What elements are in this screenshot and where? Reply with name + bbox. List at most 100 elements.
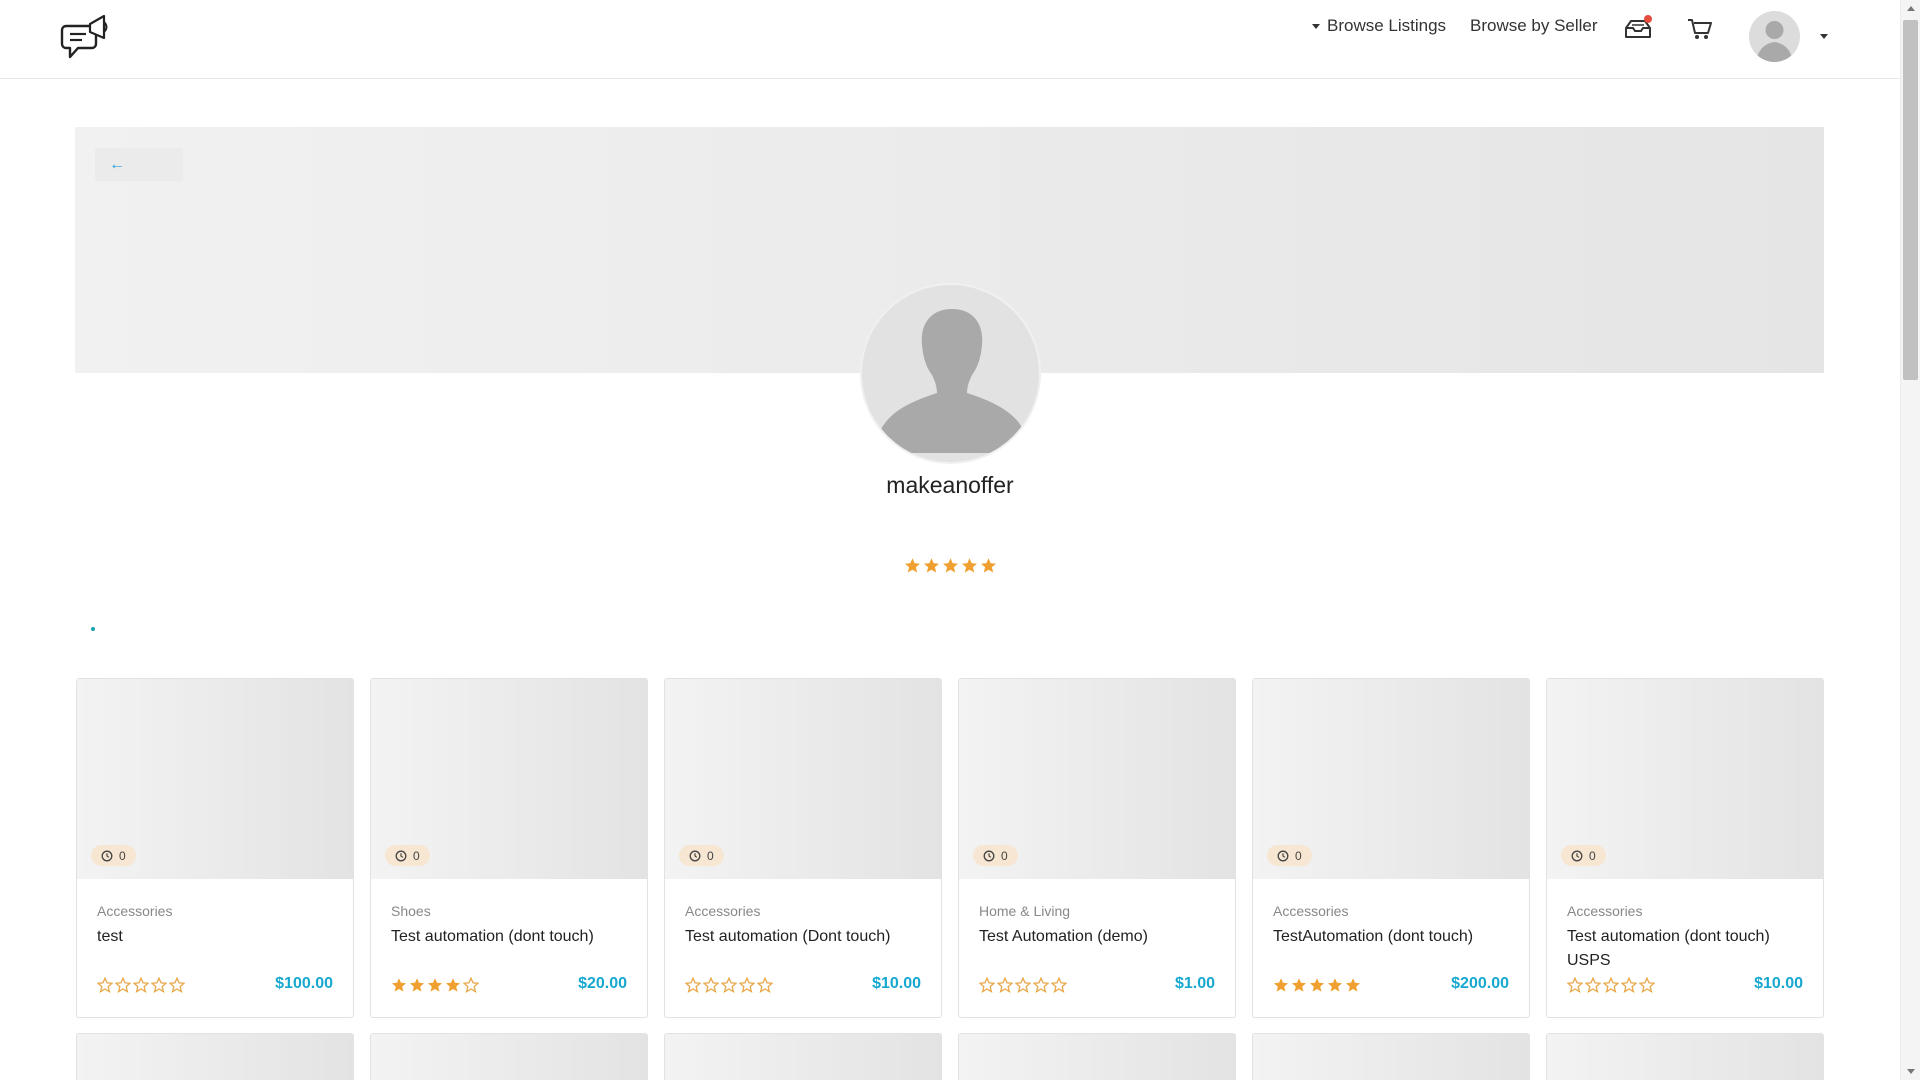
star-icon <box>169 977 185 993</box>
listing-category: Home & Living <box>979 903 1071 919</box>
listing-card[interactable]: 0 Home & Living Test Automation (demo) $1.0… <box>958 678 1236 1018</box>
clock-icon <box>1277 850 1289 861</box>
star-icon <box>1292 978 1306 992</box>
star-icon <box>981 558 996 573</box>
star-icon <box>1585 977 1601 993</box>
browse-by-seller-link[interactable]: Browse by Seller <box>1470 16 1598 36</box>
user-avatar[interactable] <box>1749 11 1800 62</box>
browse-listings-label: Browse Listings <box>1327 16 1447 35</box>
offer-count-badge: 0 <box>1267 845 1312 866</box>
star-icon <box>410 978 424 992</box>
offer-count-badge: 0 <box>385 845 430 866</box>
listing-card[interactable]: 0 Accessories Test automation (dont touch)… <box>1546 678 1824 1018</box>
star-icon <box>428 978 442 992</box>
star-icon <box>392 978 406 992</box>
listing-title[interactable]: Test automation (dont touch) USPS <box>1567 925 1807 973</box>
star-icon <box>685 977 701 993</box>
offer-count-badge: 0 <box>973 845 1018 866</box>
listing-price: $1.00 <box>1174 975 1215 992</box>
listing-rating <box>1567 977 1655 993</box>
offer-count: 0 <box>1295 848 1302 863</box>
star-icon <box>997 977 1013 993</box>
star-icon <box>721 977 737 993</box>
star-icon <box>115 977 131 993</box>
offer-count: 0 <box>1589 848 1596 863</box>
back-button[interactable]: ← <box>95 148 183 181</box>
star-icon <box>1015 977 1031 993</box>
star-icon <box>1567 977 1583 993</box>
account-caret-down-icon[interactable] <box>1820 34 1828 39</box>
star-icon <box>1274 978 1288 992</box>
listing-card-partial[interactable] <box>1252 1033 1530 1080</box>
listing-rating <box>1273 977 1361 993</box>
scroll-down-arrow-icon[interactable] <box>1907 1069 1915 1074</box>
star-icon <box>97 977 113 993</box>
listing-card-partial[interactable] <box>76 1033 354 1080</box>
clock-icon <box>689 850 701 861</box>
offer-count: 0 <box>1001 848 1008 863</box>
offer-count: 0 <box>119 848 126 863</box>
listing-price: $10.00 <box>1754 975 1803 992</box>
listing-card[interactable]: 0 Shoes Test automation (dont touch) $20.00 <box>370 678 648 1018</box>
seller-avatar <box>860 283 1041 464</box>
star-icon <box>924 558 939 573</box>
offer-count: 0 <box>413 848 420 863</box>
star-icon <box>1051 977 1067 993</box>
star-icon <box>151 977 167 993</box>
listing-card-partial[interactable] <box>370 1033 648 1080</box>
browse-listings-menu[interactable]: Browse Listings <box>1312 16 1446 36</box>
top-navbar: Browse Listings Browse by Seller <box>0 0 1900 79</box>
listing-price: $200.00 <box>1451 975 1509 992</box>
scroll-thumb[interactable] <box>1903 20 1918 380</box>
listing-category: Shoes <box>391 903 431 919</box>
listing-rating <box>979 977 1067 993</box>
star-icon <box>1310 978 1324 992</box>
listing-card[interactable]: 0 Accessories test $100.00 <box>76 678 354 1018</box>
star-icon <box>1639 977 1655 993</box>
star-icon <box>905 558 920 573</box>
listing-category: Accessories <box>1567 903 1643 919</box>
seller-silhouette-icon <box>873 309 1031 453</box>
scroll-up-arrow-icon[interactable] <box>1907 6 1915 11</box>
star-icon <box>703 977 719 993</box>
listing-title[interactable]: Test automation (dont touch) <box>391 925 631 949</box>
clock-icon <box>395 850 407 861</box>
listing-title[interactable]: Test automation (Dont touch) <box>685 925 925 949</box>
caret-down-icon <box>1312 23 1320 29</box>
star-icon <box>1621 977 1637 993</box>
offer-count-badge: 0 <box>679 845 724 866</box>
star-icon <box>979 977 995 993</box>
listing-card-partial[interactable] <box>958 1033 1236 1080</box>
vertical-scrollbar[interactable] <box>1900 0 1920 1080</box>
listing-price: $20.00 <box>578 975 627 992</box>
listing-price: $10.00 <box>872 975 921 992</box>
star-icon <box>133 977 149 993</box>
listing-card-partial[interactable] <box>664 1033 942 1080</box>
listing-card[interactable]: 0 Accessories TestAutomation (dont touch) $… <box>1252 678 1530 1018</box>
listing-card[interactable]: 0 Accessories Test automation (Dont touch)… <box>664 678 942 1018</box>
offer-count: 0 <box>707 848 714 863</box>
star-icon <box>943 558 958 573</box>
clock-icon <box>101 850 113 861</box>
listing-category: Accessories <box>97 903 173 919</box>
clock-icon <box>983 850 995 861</box>
loading-indicator-dot <box>91 627 95 631</box>
star-icon <box>1328 978 1342 992</box>
cart-icon[interactable] <box>1685 16 1715 42</box>
star-icon <box>1603 977 1619 993</box>
logo-megaphone-chat-icon[interactable] <box>60 12 112 66</box>
seller-username: makeanoffer <box>886 472 1014 498</box>
star-icon <box>739 977 755 993</box>
star-icon <box>757 977 773 993</box>
star-icon <box>1346 978 1360 992</box>
listing-price: $100.00 <box>275 975 333 992</box>
star-icon <box>446 978 460 992</box>
listing-title[interactable]: Test Automation (demo) <box>979 925 1219 949</box>
listing-card-partial[interactable] <box>1546 1033 1824 1080</box>
listing-title[interactable]: TestAutomation (dont touch) <box>1273 925 1513 949</box>
star-icon <box>1033 977 1049 993</box>
notification-dot <box>1644 15 1652 23</box>
star-icon <box>463 977 479 993</box>
listing-title[interactable]: test <box>97 925 337 949</box>
listing-rating <box>97 977 185 993</box>
